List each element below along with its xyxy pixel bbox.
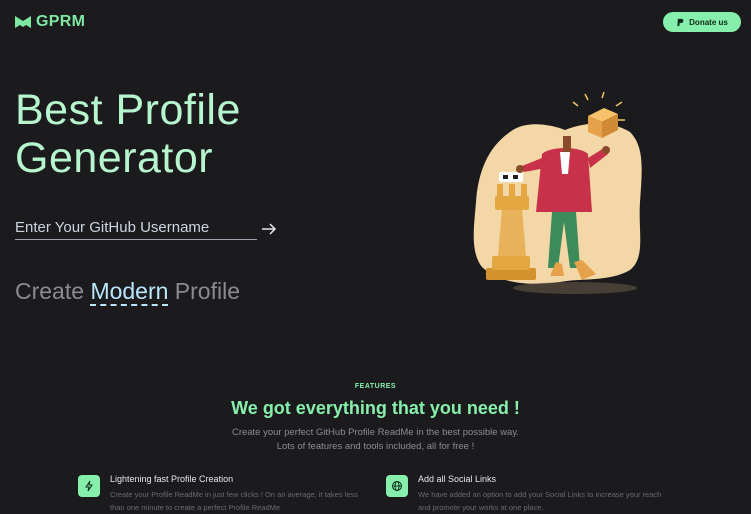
paypal-icon [677, 18, 684, 26]
features-subtitle-line2: Lots of features and tools included, all… [276, 441, 475, 452]
feature-icon-box [386, 475, 408, 497]
logo-text: GPRM [36, 13, 86, 30]
logo[interactable]: GPRM [15, 13, 85, 31]
submit-arrow-button[interactable] [261, 221, 277, 237]
github-username-input[interactable] [15, 218, 257, 240]
feature-description: We have added an option to add your Soci… [418, 490, 662, 512]
tagline-suffix: Profile [168, 278, 241, 304]
lightning-icon [85, 480, 93, 492]
globe-icon [392, 481, 402, 491]
page: GPRM Donate us Best Profile Generator Cr… [0, 0, 751, 514]
hero-title: Best Profile Generator [15, 86, 355, 182]
tagline-prefix: Create [15, 278, 91, 304]
features-label: FEATURES [354, 383, 397, 390]
feature-title: Lightening fast Profile Creation [110, 474, 234, 484]
hero-title-line2: Generator [15, 134, 214, 182]
features-subtitle-line1: Create your perfect GitHub Profile ReadM… [231, 427, 520, 438]
features-heading: We got everything that you need ! [231, 398, 520, 418]
arrow-right-icon [262, 223, 277, 235]
features-subtitle: Create your perfect GitHub Profile ReadM… [0, 426, 751, 454]
feature-description: Create your Profile ReadMe in just few c… [110, 490, 359, 512]
logo-icon [15, 16, 31, 28]
tagline-highlight: Modern [90, 278, 169, 306]
tagline: Create Modern Profile [15, 278, 241, 306]
feature-icon-box [78, 475, 100, 497]
hero-title-line1: Best Profile [15, 86, 241, 134]
donate-label: Donate us [689, 17, 728, 27]
hero-illustration [473, 92, 642, 294]
feature-title: Add all Social Links [418, 474, 497, 484]
donate-button[interactable]: Donate us [663, 12, 741, 32]
